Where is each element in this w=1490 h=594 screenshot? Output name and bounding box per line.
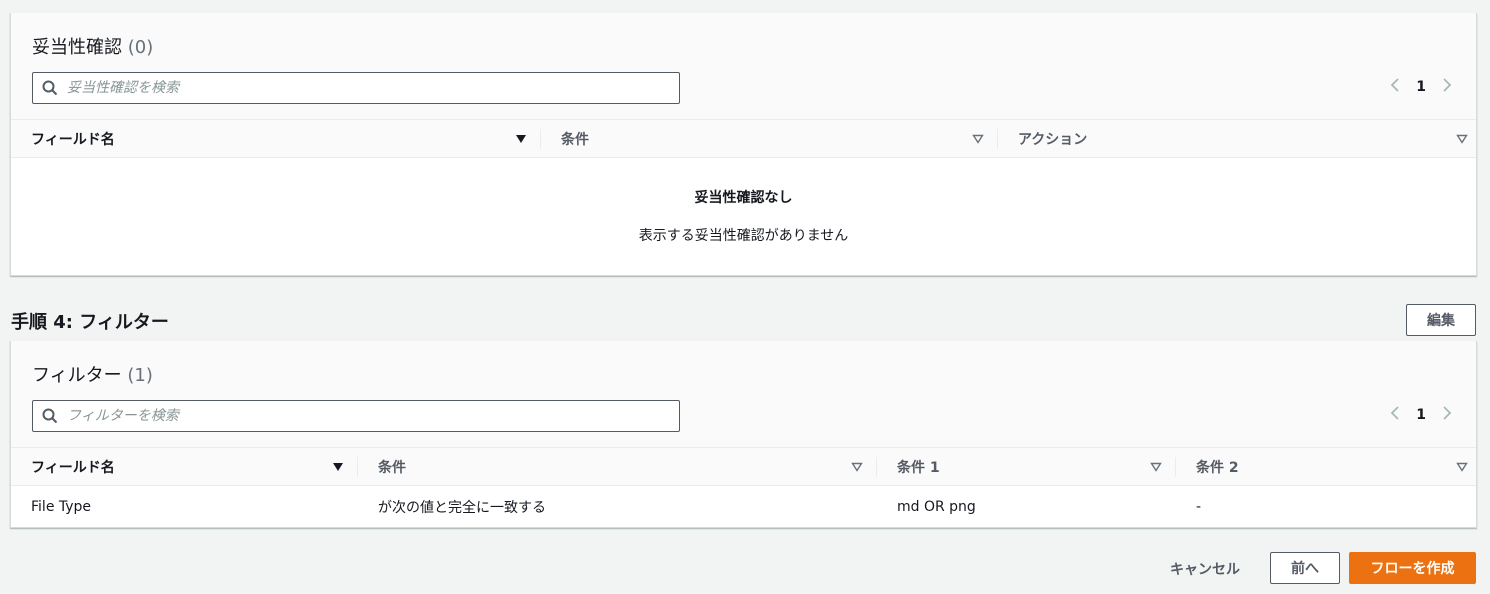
search-icon: [33, 80, 67, 96]
validation-table-header: フィールド名 条件 アクション: [11, 120, 1476, 158]
validation-search-input[interactable]: [67, 80, 679, 96]
chevron-left-icon[interactable]: [1388, 405, 1402, 424]
column-header-condition[interactable]: 条件: [358, 448, 877, 485]
column-header-condition-1[interactable]: 条件 1: [877, 448, 1176, 485]
cell-condition-1: md OR png: [897, 499, 976, 515]
column-header-field-name[interactable]: フィールド名: [11, 120, 541, 157]
column-header-condition-2[interactable]: 条件 2: [1176, 448, 1476, 485]
filter-count: (1): [127, 365, 153, 386]
step-4-title: 手順 4: フィルター: [11, 312, 169, 333]
validation-pagination: 1: [1388, 77, 1454, 96]
column-header-label: フィールド名: [31, 459, 115, 476]
validation-panel: 妥当性確認 (0) 1 フィールド名 条件: [10, 13, 1477, 276]
filter-header: フィルター (1) 1: [11, 341, 1476, 448]
empty-state-description: 表示する妥当性確認がありません: [638, 228, 849, 244]
sort-icon[interactable]: [1456, 132, 1468, 148]
filter-table-header: フィールド名 条件 条件 1 条件 2: [11, 448, 1476, 486]
column-header-field-name[interactable]: フィールド名: [11, 448, 358, 485]
column-header-label: 条件: [561, 131, 589, 148]
filter-pagination: 1: [1388, 405, 1454, 424]
sort-desc-icon[interactable]: [515, 132, 527, 148]
validation-count: (0): [127, 37, 154, 58]
validation-title-text: 妥当性確認: [32, 37, 122, 58]
filter-page-number[interactable]: 1: [1416, 407, 1426, 423]
create-flow-button[interactable]: フローを作成: [1349, 552, 1476, 584]
sort-desc-icon[interactable]: [332, 460, 344, 476]
column-header-label: 条件 1: [897, 459, 940, 476]
chevron-left-icon[interactable]: [1388, 77, 1402, 96]
validation-empty-state: 妥当性確認なし 表示する妥当性確認がありません: [11, 187, 1476, 245]
column-header-action[interactable]: アクション: [998, 120, 1476, 157]
edit-button[interactable]: 編集: [1406, 304, 1476, 336]
column-header-label: フィールド名: [31, 131, 115, 148]
validation-page-number[interactable]: 1: [1416, 79, 1426, 95]
cell-condition-2: -: [1196, 499, 1202, 515]
sort-icon[interactable]: [1150, 460, 1162, 476]
sort-icon[interactable]: [1456, 460, 1468, 476]
back-button[interactable]: 前へ: [1270, 552, 1340, 584]
filter-panel: フィルター (1) 1 フィールド名 条件: [10, 341, 1477, 528]
column-header-label: アクション: [1018, 131, 1088, 148]
filter-search-box[interactable]: [32, 400, 680, 432]
validation-title: 妥当性確認 (0): [32, 33, 153, 59]
chevron-right-icon[interactable]: [1440, 77, 1454, 96]
filter-title-text: フィルター: [32, 365, 122, 386]
validation-header: 妥当性確認 (0) 1: [11, 13, 1476, 120]
validation-search-box[interactable]: [32, 72, 680, 104]
table-row: File Type が次の値と完全に一致する md OR png -: [11, 487, 1476, 527]
column-header-condition[interactable]: 条件: [541, 120, 998, 157]
empty-state-title: 妥当性確認なし: [694, 190, 793, 206]
column-header-label: 条件 2: [1196, 459, 1239, 476]
cell-condition: が次の値と完全に一致する: [378, 500, 546, 516]
sort-icon[interactable]: [851, 460, 863, 476]
sort-icon[interactable]: [972, 132, 984, 148]
column-header-label: 条件: [378, 459, 406, 476]
filter-title: フィルター (1): [32, 361, 153, 387]
filter-search-input[interactable]: [67, 408, 679, 424]
cell-field-name: File Type: [31, 499, 92, 515]
cancel-button[interactable]: キャンセル: [1170, 559, 1240, 579]
search-icon: [33, 408, 67, 424]
chevron-right-icon[interactable]: [1440, 405, 1454, 424]
